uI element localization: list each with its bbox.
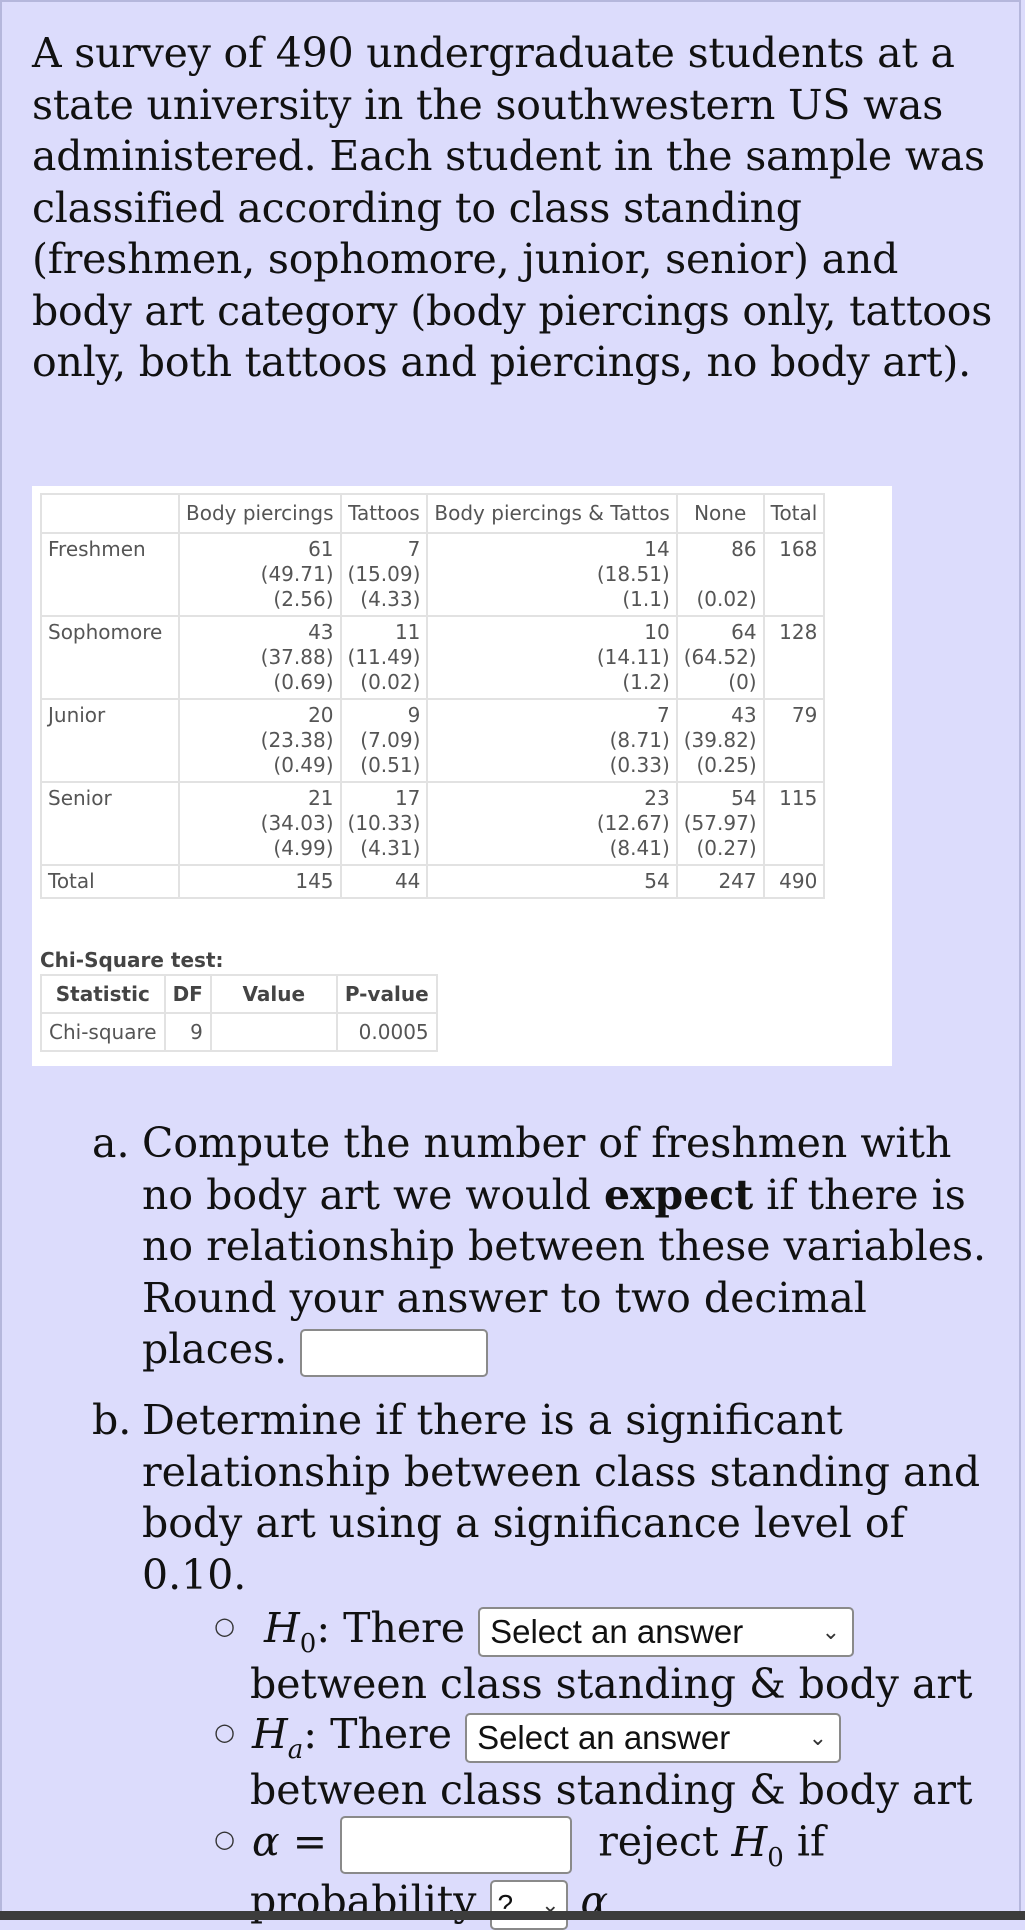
cell: 7 (15.09) (4.33): [339, 532, 429, 617]
emphasis-expect: expect: [604, 1170, 754, 1219]
bullet-icon: ○: [214, 1718, 235, 1746]
contingency-table: Body piercings Tattoos Body piercings & …: [40, 493, 826, 899]
h0-select[interactable]: Select an answer ⌄: [478, 1606, 855, 1657]
totals-label: Total: [40, 864, 180, 899]
cell: 21 (34.03) (4.99): [178, 781, 342, 866]
table-row: Junior 20 (23.38) (0.49) 9 (7.09) (0.51) 7 (8…: [40, 698, 826, 783]
alpha-symbol: α: [252, 1817, 280, 1866]
output-panel: Body piercings Tattoos Body piercings & …: [32, 486, 892, 1066]
chi-row: Chi-square 9 0.0005: [40, 1012, 438, 1052]
cell: 43 (39.82) (0.25): [675, 698, 765, 783]
chi-df: 9: [163, 1012, 212, 1052]
alpha-input[interactable]: [340, 1816, 573, 1874]
chi-pvalue: 0.0005: [335, 1012, 438, 1052]
cell: 11 (11.49) (0.02): [339, 615, 429, 700]
chi-header-pvalue: P-value: [335, 974, 438, 1014]
header-none: None: [675, 493, 765, 534]
cell: 7 (8.71) (0.33): [426, 698, 678, 783]
cell: 20 (23.38) (0.49): [178, 698, 342, 783]
row-label: Freshmen: [40, 532, 180, 617]
row-total: 115: [762, 781, 826, 866]
bullet-icon: ○: [214, 1612, 235, 1640]
totals-row: Total 145 44 54 247 490: [40, 864, 826, 899]
header-total: Total: [762, 493, 826, 534]
question-b-marker: b.: [92, 1396, 132, 1444]
row-label: Sophomore: [40, 615, 180, 700]
chevron-down-icon: ⌄: [808, 1724, 828, 1750]
table-row: Freshmen 61 (49.71) (2.56) 7 (15.09) (4.33) …: [40, 532, 826, 617]
row-label: Senior: [40, 781, 180, 866]
chi-header-row: Statistic DF Value P-value: [40, 974, 438, 1014]
question-a: a. Compute the number of freshmen with n…: [92, 1118, 1012, 1377]
cell: 17 (10.33) (4.31): [339, 781, 429, 866]
alpha-line: α = reject H0 if: [252, 1816, 826, 1874]
column-total: 54: [426, 864, 678, 899]
chi-square-title: Chi-Square test:: [40, 948, 224, 972]
column-total: 247: [675, 864, 765, 899]
chi-header-value: Value: [209, 974, 338, 1014]
ha-select[interactable]: Select an answer ⌄: [465, 1712, 842, 1763]
header-both: Body piercings & Tattos: [426, 493, 678, 534]
ha-symbol: Ha: [252, 1710, 304, 1765]
problem-intro: A survey of 490 undergraduate students a…: [32, 29, 993, 386]
question-a-marker: a.: [92, 1119, 130, 1167]
chevron-down-icon: ⌄: [541, 1891, 560, 1917]
chi-header-df: DF: [163, 974, 212, 1014]
chi-square-table: Statistic DF Value P-value Chi-square 9 …: [40, 974, 438, 1052]
header-tattoos: Tattoos: [339, 493, 429, 534]
grand-total: 490: [762, 864, 826, 899]
row-total: 79: [762, 698, 826, 783]
table-row: Senior 21 (34.03) (4.99) 17 (10.33) (4.31) 2…: [40, 781, 826, 866]
expected-count-input[interactable]: [300, 1328, 489, 1377]
header-body-piercings: Body piercings: [178, 493, 342, 534]
row-total: 128: [762, 615, 826, 700]
header-blank: [40, 493, 180, 534]
bullet-icon: ○: [214, 1825, 235, 1853]
chi-value: [209, 1012, 338, 1052]
h0-symbol: H0: [264, 1604, 317, 1659]
chi-statistic: Chi-square: [40, 1012, 166, 1052]
question-b: b. Determine if there is a significant r…: [92, 1395, 1012, 1601]
probability-line: probability ? ⌄ α: [250, 1876, 608, 1930]
cell: 64 (64.52) (0): [675, 615, 765, 700]
row-label: Junior: [40, 698, 180, 783]
chevron-down-icon: ⌄: [821, 1618, 841, 1644]
cell: 10 (14.11) (1.2): [426, 615, 678, 700]
bottom-bar: [0, 1911, 1025, 1920]
probability-comparison-select[interactable]: ? ⌄: [489, 1879, 568, 1930]
column-total: 145: [178, 864, 342, 899]
cell: 61 (49.71) (2.56): [178, 532, 342, 617]
chi-header-statistic: Statistic: [40, 974, 166, 1014]
reject-h0-symbol: H0: [731, 1817, 784, 1873]
cell: 23 (12.67) (8.41): [426, 781, 678, 866]
table-row: Sophomore 43 (37.88) (0.69) 11 (11.49) (0.02…: [40, 615, 826, 700]
question-b-text: Determine if there is a significant rela…: [142, 1396, 981, 1599]
cell: 9 (7.09) (0.51): [339, 698, 429, 783]
ha-tail: between class standing & body art: [250, 1766, 973, 1814]
column-total: 44: [339, 864, 429, 899]
cell: 43 (37.88) (0.69): [178, 615, 342, 700]
row-total: 168: [762, 532, 826, 617]
question-a-text: Compute the number of freshmen with no b…: [142, 1118, 1012, 1377]
h0-tail: between class standing & body art: [250, 1660, 973, 1708]
cell: 14 (18.51) (1.1): [426, 532, 678, 617]
cell: 86 (0.02): [675, 532, 765, 617]
cell: 54 (57.97) (0.27): [675, 781, 765, 866]
table-header-row: Body piercings Tattoos Body piercings & …: [40, 493, 826, 534]
